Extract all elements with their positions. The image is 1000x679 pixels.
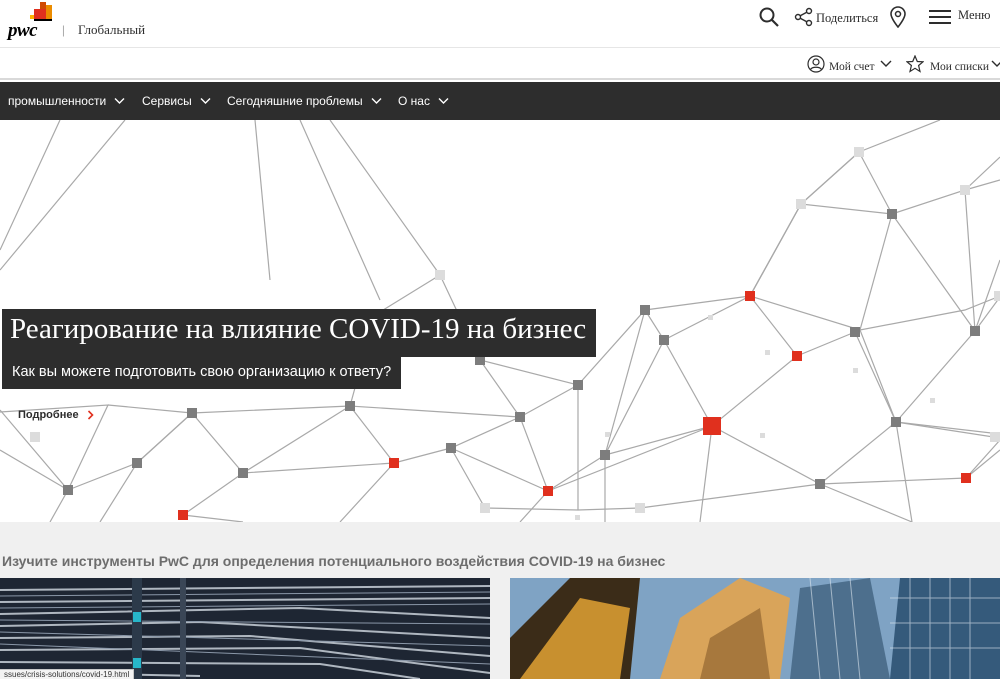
tool-card-image[interactable]	[510, 578, 1000, 679]
menu-button[interactable]: Меню	[958, 8, 991, 23]
learn-more-label: Подробнее	[18, 409, 79, 421]
my-account-button[interactable]: Мой счет	[829, 61, 875, 73]
share-icon[interactable]	[794, 7, 814, 27]
chevron-down-icon	[200, 98, 211, 104]
chevron-down-icon	[114, 98, 125, 104]
hamburger-icon[interactable]	[929, 8, 953, 26]
top-header: pwc | Глобальный Поделиться Меню	[0, 0, 1000, 48]
chevron-down-icon	[371, 98, 382, 104]
logo-block	[46, 5, 52, 19]
nav-item-label: Сервисы	[142, 94, 192, 108]
nav-item-label: О нас	[398, 94, 430, 108]
header-separator: |	[62, 22, 65, 37]
nav-item-label: Сегодняшние проблемы	[227, 94, 363, 108]
nav-item-label: промышленности	[8, 94, 107, 108]
status-bar-url: ssues/crisis-solutions/covid-19.html	[0, 669, 135, 679]
logo-block	[34, 9, 46, 19]
my-lists-button[interactable]: Мои списки	[930, 61, 989, 73]
hero-subtitle: Как вы можете подготовить свою организац…	[2, 357, 402, 389]
nav-item-issues[interactable]: Сегодняшние проблемы	[227, 82, 382, 120]
nav-item-services[interactable]: Сервисы	[142, 82, 211, 120]
brand-wordmark[interactable]: pwc	[8, 20, 38, 42]
chevron-down-icon[interactable]	[991, 58, 1000, 68]
chevron-down-icon[interactable]	[880, 58, 892, 68]
buildings-photo	[510, 578, 1000, 679]
hero-title: Реагирование на влияние COVID-19 на бизн…	[2, 309, 597, 357]
star-icon[interactable]	[906, 55, 924, 73]
chevron-right-icon	[87, 410, 94, 420]
location-icon[interactable]	[889, 6, 907, 28]
main-nav: промышленности Сервисы Сегодняшние пробл…	[0, 82, 1000, 120]
user-icon[interactable]	[807, 55, 825, 73]
share-button[interactable]: Поделиться	[816, 11, 878, 26]
railway-photo	[0, 578, 490, 679]
nav-item-about[interactable]: О нас	[398, 82, 449, 120]
tool-card-image[interactable]	[0, 578, 490, 679]
chevron-down-icon	[438, 98, 449, 104]
territory-selector[interactable]: Глобальный	[78, 22, 145, 38]
nav-item-industries[interactable]: промышленности	[8, 82, 125, 120]
search-icon[interactable]	[758, 6, 780, 28]
learn-more-link[interactable]: Подробнее	[18, 409, 94, 421]
section-heading: Изучите инструменты PwC для определения …	[2, 553, 666, 569]
